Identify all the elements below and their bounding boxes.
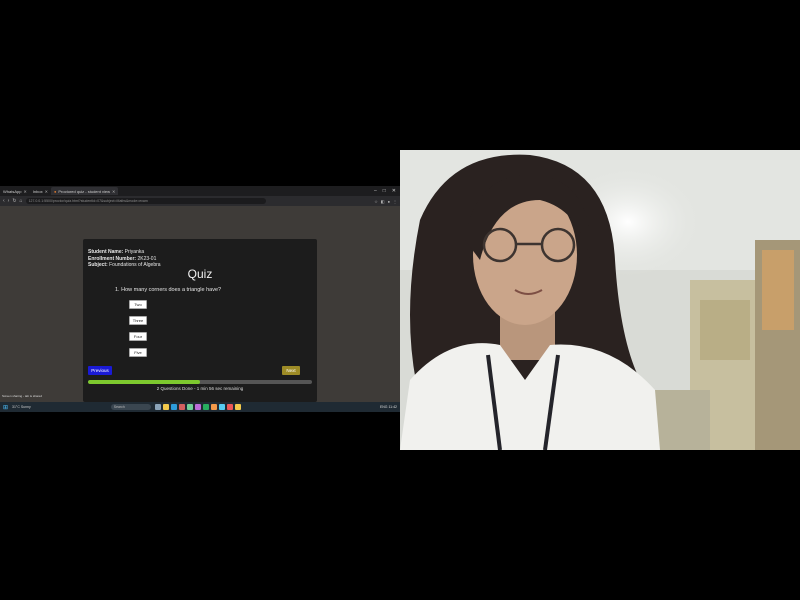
app-icon[interactable] bbox=[234, 404, 241, 410]
student-info: Student Name: Priyanka Enrollment Number… bbox=[88, 249, 161, 269]
os-taskbar: ⊞ 31°C Sunny Search ENG 11:42 bbox=[0, 402, 400, 412]
tab-label: WhatsApp bbox=[3, 188, 22, 194]
option-button[interactable]: Three bbox=[129, 316, 147, 325]
chrome-icon[interactable] bbox=[210, 404, 217, 410]
window-controls: – □ ✕ bbox=[374, 188, 400, 194]
progress-text: 2 Questions Done - 1 min 56 sec remainin… bbox=[156, 386, 244, 391]
screen-share-status: Screen sharing - tab is shared bbox=[2, 394, 43, 398]
home-icon[interactable]: ⌂ bbox=[20, 198, 23, 204]
minimize-icon[interactable]: – bbox=[374, 188, 377, 194]
student-name-label: Student Name: bbox=[88, 249, 124, 255]
tab-label: Inbox bbox=[32, 188, 43, 194]
store-icon[interactable] bbox=[178, 404, 185, 410]
browser-tab-whatsapp[interactable]: WhatsApp ✕ bbox=[0, 187, 30, 195]
extensions-icon[interactable]: ◧ bbox=[381, 199, 385, 204]
previous-button[interactable]: Previous bbox=[88, 366, 112, 375]
app-icon[interactable] bbox=[218, 404, 225, 410]
address-input[interactable]: 127.0.0.1:5500/proctor/quiz.html?student… bbox=[25, 198, 266, 204]
file-explorer-icon[interactable] bbox=[162, 404, 169, 410]
star-icon[interactable]: ☆ bbox=[374, 199, 378, 204]
forward-icon[interactable]: › bbox=[8, 198, 10, 204]
app-icon[interactable] bbox=[186, 404, 193, 410]
shared-screen: WhatsApp ✕ Inbox ✕ ● Proctored quiz - st… bbox=[0, 186, 400, 412]
edge-icon[interactable] bbox=[170, 404, 177, 410]
app-icon[interactable] bbox=[194, 404, 201, 410]
close-icon[interactable]: ✕ bbox=[23, 189, 26, 194]
option-button[interactable]: Two bbox=[129, 300, 147, 309]
toolbar-icons: ☆ ◧ ● ⋮ bbox=[374, 199, 397, 204]
student-name-value: Priyanka bbox=[124, 249, 145, 255]
profile-icon[interactable]: ● bbox=[388, 199, 390, 204]
close-window-icon[interactable]: ✕ bbox=[392, 188, 396, 194]
browser-tab-quiz[interactable]: ● Proctored quiz - student view ✕ bbox=[50, 187, 119, 195]
next-button[interactable]: Next bbox=[282, 366, 300, 375]
windows-start-icon[interactable]: ⊞ bbox=[3, 404, 8, 411]
video-call-stage: WhatsApp ✕ Inbox ✕ ● Proctored quiz - st… bbox=[0, 0, 800, 600]
close-icon[interactable]: ✕ bbox=[112, 189, 115, 194]
progress-fill bbox=[88, 380, 200, 384]
tab-label: Proctored quiz - student view bbox=[58, 188, 110, 194]
task-view-icon[interactable] bbox=[154, 404, 161, 410]
menu-icon[interactable]: ⋮ bbox=[393, 199, 397, 204]
webcam-image bbox=[400, 150, 800, 450]
app-icon[interactable] bbox=[202, 404, 209, 410]
app-icon[interactable] bbox=[226, 404, 233, 410]
browser-tab-bar: WhatsApp ✕ Inbox ✕ ● Proctored quiz - st… bbox=[0, 186, 400, 196]
progress-bar bbox=[88, 380, 312, 384]
close-icon[interactable]: ✕ bbox=[45, 189, 48, 194]
address-bar-row: ‹ › ↻ ⌂ 127.0.0.1:5500/proctor/quiz.html… bbox=[0, 196, 400, 206]
question-text: 1. How many corners does a triangle have… bbox=[115, 287, 222, 293]
browser-tab-inbox[interactable]: Inbox ✕ bbox=[30, 187, 51, 195]
webcam-feed bbox=[400, 150, 800, 450]
weather-widget[interactable]: 31°C Sunny bbox=[12, 405, 31, 409]
back-icon[interactable]: ‹ bbox=[3, 198, 5, 204]
reload-icon[interactable]: ↻ bbox=[12, 198, 16, 204]
web-page: Student Name: Priyanka Enrollment Number… bbox=[0, 206, 400, 402]
quiz-card: Student Name: Priyanka Enrollment Number… bbox=[83, 239, 317, 402]
quiz-title: Quiz bbox=[187, 267, 213, 281]
enrollment-value: 2K23-01 bbox=[137, 255, 157, 262]
enrollment-label: Enrollment Number: bbox=[88, 255, 137, 262]
taskbar-apps bbox=[154, 404, 241, 410]
maximize-icon[interactable]: □ bbox=[383, 188, 386, 194]
page-favicon-icon: ● bbox=[53, 188, 57, 194]
system-tray[interactable]: ENG 11:42 bbox=[380, 405, 397, 409]
option-button[interactable]: Five bbox=[129, 348, 147, 357]
option-button[interactable]: Four bbox=[129, 332, 147, 341]
taskbar-search-input[interactable]: Search bbox=[110, 404, 151, 410]
